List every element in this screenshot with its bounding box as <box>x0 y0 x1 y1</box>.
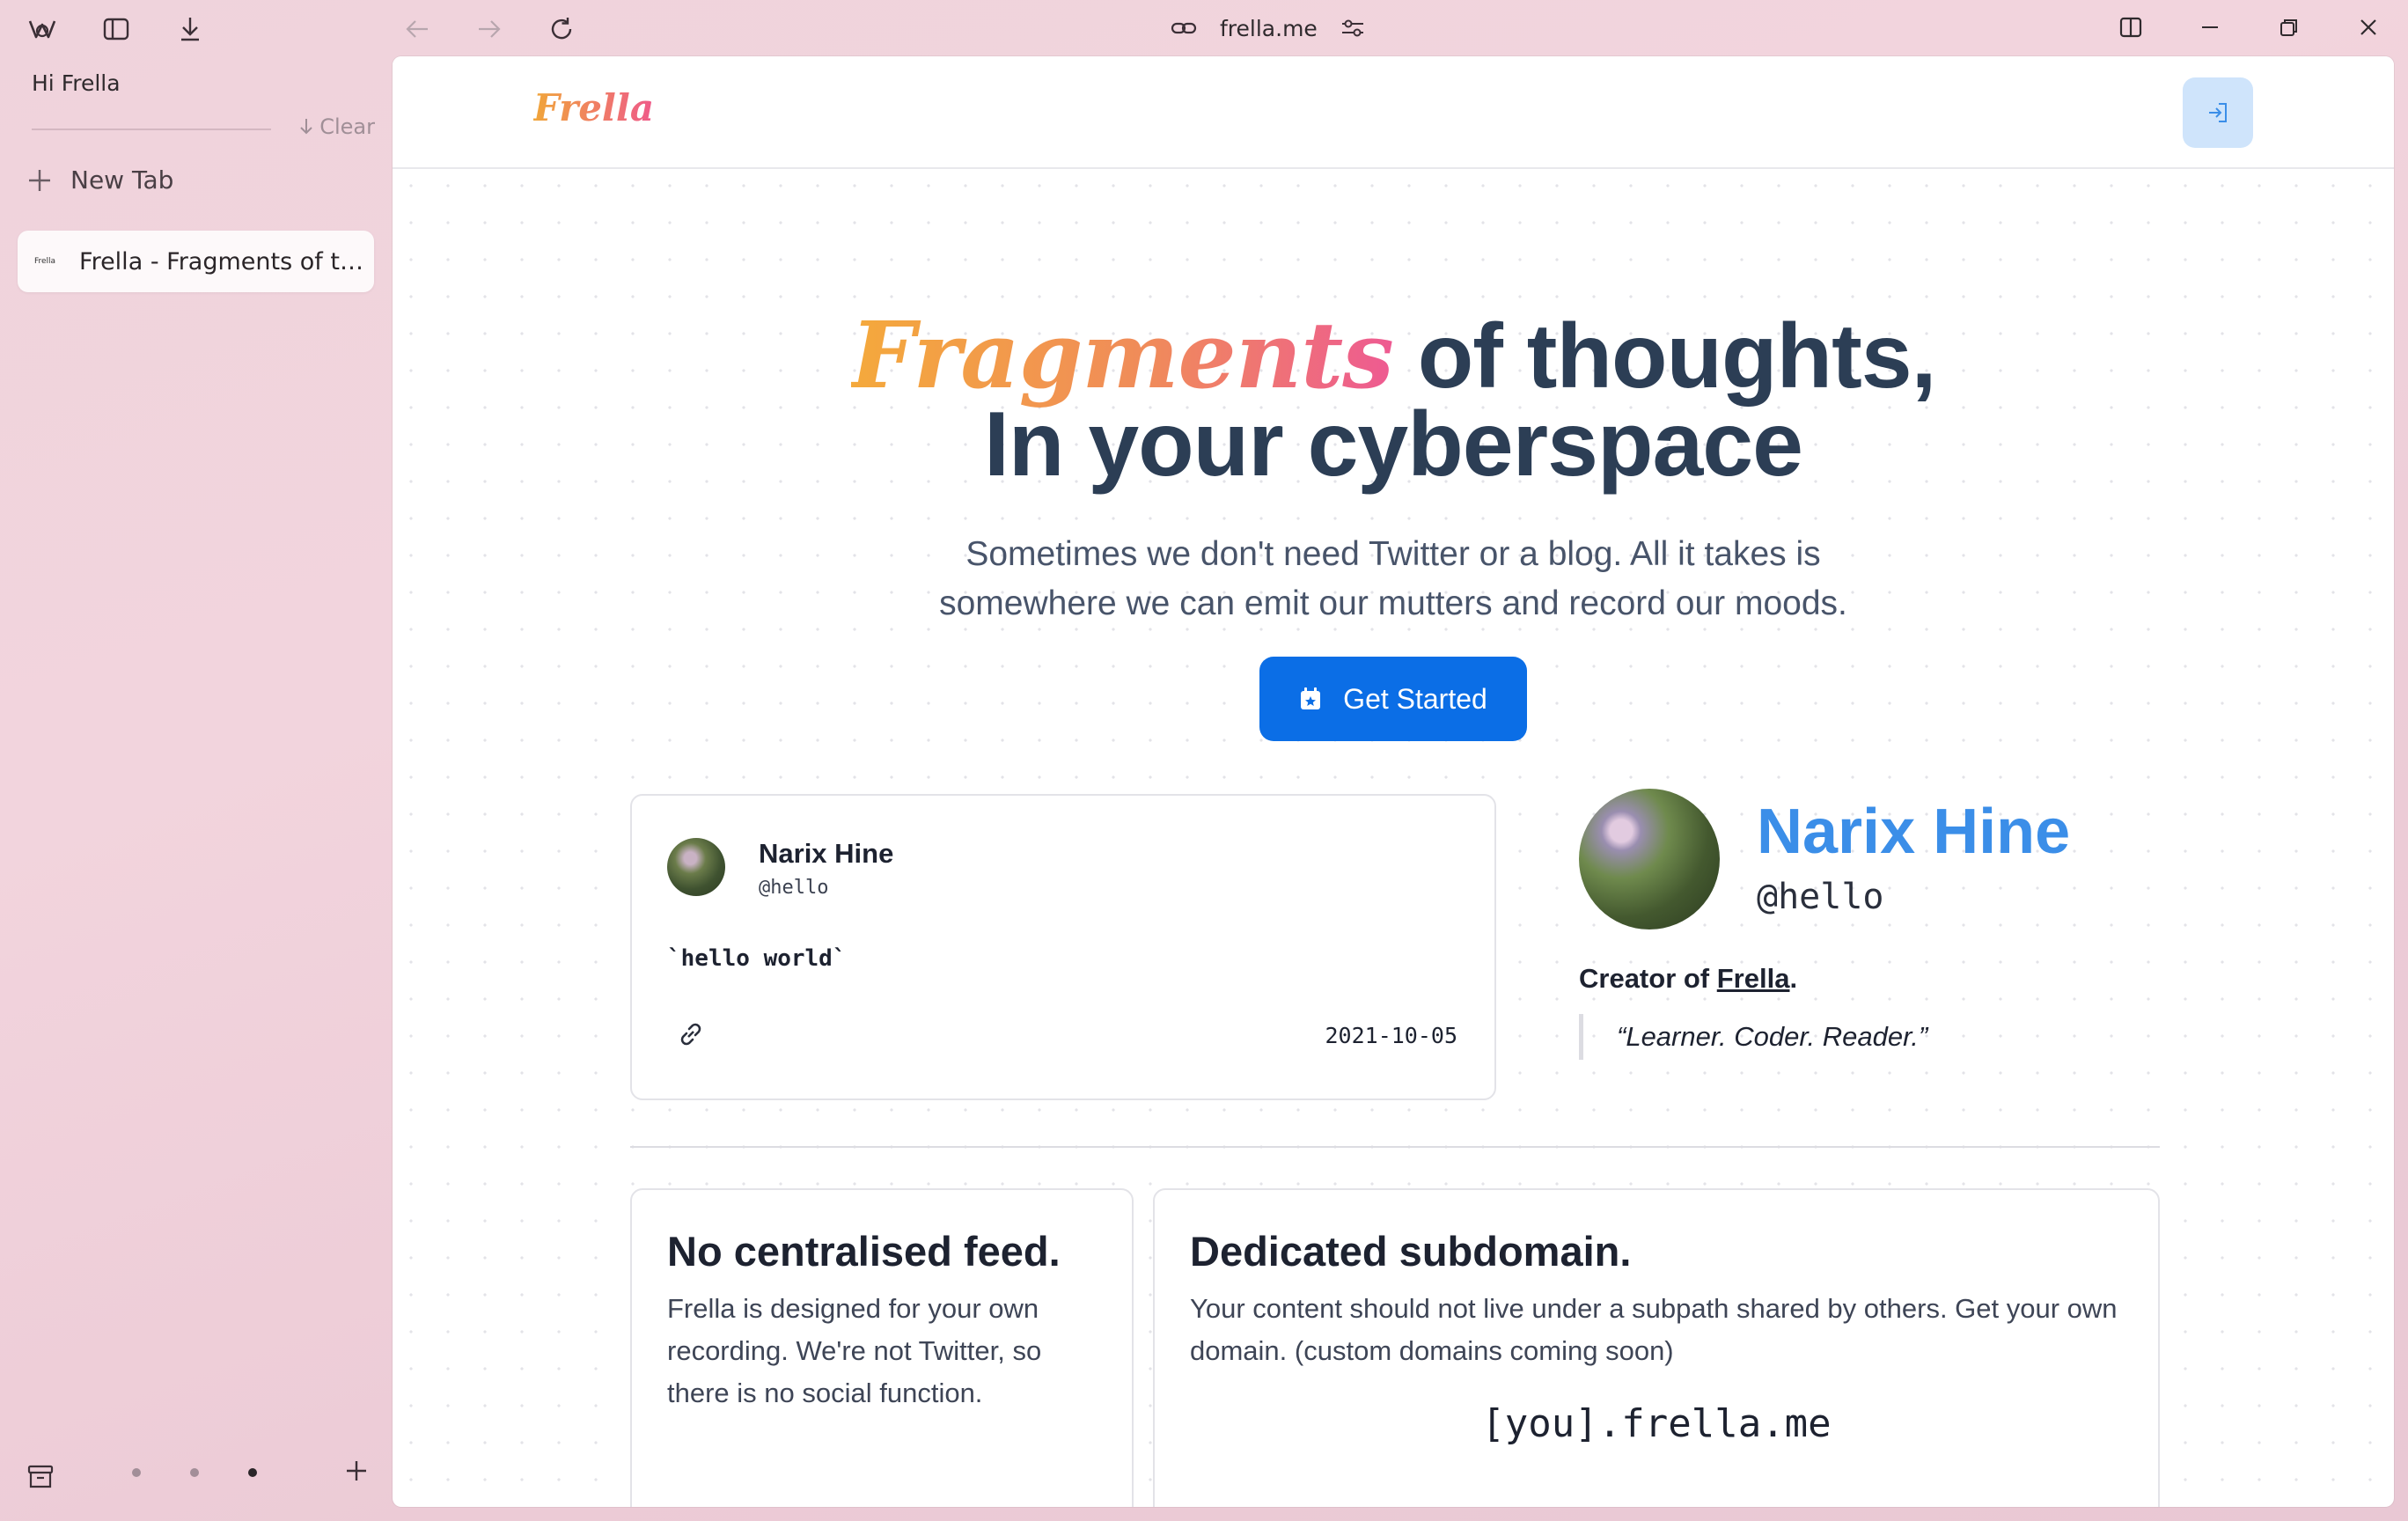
sidebar-divider <box>32 129 271 130</box>
creator-line: Creator of Frella. <box>1579 963 1797 995</box>
sidebar-top-icons <box>21 12 211 46</box>
calendar-star-icon <box>1299 687 1322 711</box>
close-icon[interactable] <box>2329 7 2408 48</box>
back-arrow-icon[interactable] <box>396 12 438 46</box>
archive-icon[interactable] <box>26 1464 55 1490</box>
feature-card-subdomain: Dedicated subdomain. Your content should… <box>1153 1188 2160 1507</box>
space-dot[interactable] <box>190 1468 199 1477</box>
reload-icon[interactable] <box>540 12 583 46</box>
window-controls <box>2091 7 2408 48</box>
post-card: Narix Hine @hello `hello world` 2021-10-… <box>630 794 1496 1100</box>
feature-title: No centralised feed. <box>667 1228 1061 1275</box>
hero-line1-rest: of thoughts, <box>1392 305 1937 408</box>
sidebar-tab-frella[interactable]: Frella Frella - Fragments of th... <box>18 231 374 292</box>
site-settings-icon[interactable] <box>1340 18 1365 39</box>
login-icon <box>2206 101 2229 124</box>
creator-suffix: . <box>1789 963 1798 994</box>
split-view-icon[interactable] <box>2091 7 2170 48</box>
plus-icon <box>26 167 53 194</box>
site-header: Frella <box>393 56 2394 169</box>
post-author-name: Narix Hine <box>759 838 894 869</box>
browser-sidebar: Hi Frella Clear New Tab Frella Frella - … <box>0 0 393 1521</box>
sidebar-toggle-icon[interactable] <box>95 12 137 46</box>
clear-tabs-label: Clear <box>319 114 375 139</box>
arrow-down-icon <box>298 117 314 136</box>
address-bar[interactable]: frella.me <box>1171 11 1365 46</box>
permalink-icon[interactable] <box>676 1019 706 1049</box>
hero-subtitle-line2: somewhere we can emit our mutters and re… <box>939 584 1847 622</box>
new-tab-button[interactable]: New Tab <box>26 165 173 195</box>
get-started-button[interactable]: Get Started <box>1259 657 1527 741</box>
space-dot-active[interactable] <box>248 1468 257 1477</box>
creator-prefix: Creator of <box>1579 963 1717 994</box>
sidebar-greeting: Hi Frella <box>32 70 121 96</box>
creator-link[interactable]: Frella <box>1717 963 1790 994</box>
profile-name: Narix Hine <box>1757 797 2071 867</box>
space-dot[interactable] <box>132 1468 141 1477</box>
sidebar-bottom-bar <box>26 1458 370 1496</box>
get-started-label: Get Started <box>1343 682 1487 715</box>
post-date: 2021-10-05 <box>1325 1023 1457 1048</box>
profile-avatar <box>1579 789 1720 930</box>
login-button[interactable] <box>2183 77 2253 148</box>
feature-title: Dedicated subdomain. <box>1190 1228 1632 1275</box>
tab-favicon: Frella <box>33 257 56 266</box>
hero-subtitle-line1: Sometimes we don't need Twitter or a blo… <box>965 535 1821 573</box>
post-author-handle: @hello <box>759 877 829 899</box>
browser-logo-icon[interactable] <box>21 12 63 46</box>
subdomain-example: [you].frella.me <box>1481 1401 1832 1446</box>
space-switcher <box>132 1468 257 1477</box>
page-viewport: Frella Fragments of thoughts, In your cy… <box>393 56 2394 1507</box>
feature-body: Your content should not live under a sub… <box>1190 1293 2118 1366</box>
tab-title: Frella - Fragments of th... <box>79 247 370 276</box>
navigation-controls <box>396 12 583 46</box>
new-tab-label: New Tab <box>70 165 174 195</box>
minimize-icon[interactable] <box>2170 7 2250 48</box>
post-body: `hello world` <box>667 945 847 972</box>
link-icon <box>1171 19 1197 37</box>
url-text: frella.me <box>1220 15 1318 41</box>
hero-line2: In your cyberspace <box>984 393 1803 496</box>
post-avatar[interactable] <box>667 838 725 896</box>
hero-title: Fragments of thoughts, In your cyberspac… <box>393 310 2394 491</box>
feature-body: Frella is designed for your own recordin… <box>667 1293 1042 1408</box>
restore-icon[interactable] <box>2250 7 2329 48</box>
feature-card-no-feed: No centralised feed. Frella is designed … <box>630 1188 1134 1507</box>
site-logo[interactable]: Frella <box>533 86 654 129</box>
hero-subtitle: Sometimes we don't need Twitter or a blo… <box>393 530 2394 628</box>
section-divider <box>630 1146 2160 1148</box>
sidebar-divider-row: Clear <box>32 114 375 150</box>
clear-tabs-button[interactable]: Clear <box>298 114 375 139</box>
add-space-icon[interactable] <box>343 1458 370 1484</box>
profile-quote: “Learner. Coder. Reader.” <box>1579 1014 1927 1060</box>
forward-arrow-icon[interactable] <box>468 12 510 46</box>
download-icon[interactable] <box>169 12 211 46</box>
profile-handle: @hello <box>1757 877 1884 917</box>
